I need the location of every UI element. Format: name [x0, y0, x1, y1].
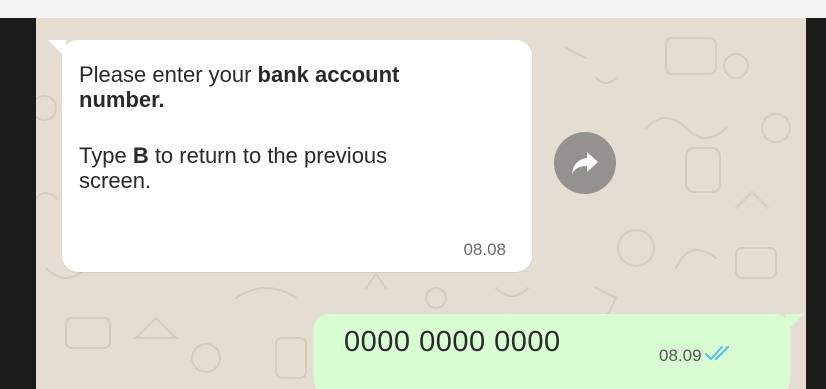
outgoing-message-time: 08.09 — [659, 346, 702, 365]
phone-bezel-right — [806, 18, 826, 389]
phone-bezel-left — [0, 18, 36, 389]
message-text: screen. — [79, 168, 152, 193]
incoming-message-line-3: Type B to return to the previous — [79, 143, 387, 168]
message-text: Please enter your — [79, 62, 258, 87]
double-check-read-icon — [705, 346, 729, 360]
chat-area[interactable]: Please enter your bank account number. T… — [36, 18, 806, 389]
outgoing-message-bubble[interactable]: 0000 0000 0000 08.09 — [314, 314, 804, 389]
incoming-message-line-1: Please enter your bank account — [79, 62, 399, 87]
incoming-message-time: 08.08 — [463, 240, 506, 259]
screenshot-frame: Please enter your bank account number. T… — [0, 0, 826, 389]
incoming-bubble-tail — [48, 40, 66, 58]
message-text: to return to the previous — [148, 143, 388, 168]
incoming-message-line-2: number. — [79, 87, 165, 112]
forward-button[interactable] — [554, 132, 616, 194]
message-bold-text: bank account — [257, 62, 400, 87]
outgoing-message-text: 0000 0000 0000 — [344, 326, 561, 358]
message-bold-text: number. — [79, 87, 165, 112]
outgoing-bubble-tail — [786, 314, 804, 332]
forward-arrow-icon — [572, 152, 598, 174]
incoming-message-line-4: screen. — [79, 168, 151, 193]
message-text: Type — [79, 143, 133, 168]
message-bold-text: B — [132, 143, 149, 168]
incoming-message-bubble[interactable]: Please enter your bank account number. T… — [48, 40, 532, 272]
